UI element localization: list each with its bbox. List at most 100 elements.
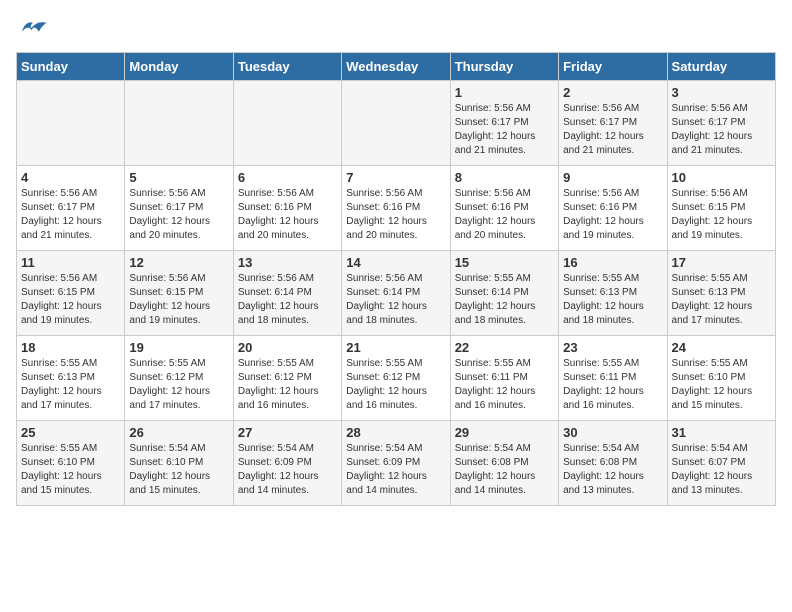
day-info: Sunrise: 5:54 AM Sunset: 6:10 PM Dayligh… bbox=[129, 442, 228, 498]
header-monday: Monday bbox=[125, 53, 233, 81]
calendar-cell: 12 Sunrise: 5:56 AM Sunset: 6:15 PM Dayli… bbox=[125, 251, 233, 336]
calendar-cell: 9 Sunrise: 5:56 AM Sunset: 6:16 PM Daylig… bbox=[559, 166, 667, 251]
calendar-cell: 10Sunrise: 5:56 AM Sunset: 6:15 PM Dayli… bbox=[667, 166, 775, 251]
day-info: Sunrise: 5:54 AM Sunset: 6:09 PM Dayligh… bbox=[346, 442, 445, 498]
day-info: Sunrise: 5:55 AM Sunset: 6:12 PM Dayligh… bbox=[238, 357, 337, 413]
header-friday: Friday bbox=[559, 53, 667, 81]
day-info: Sunrise: 5:55 AM Sunset: 6:13 PM Dayligh… bbox=[563, 272, 662, 328]
calendar-cell bbox=[342, 81, 450, 166]
day-info: Sunrise: 5:56 AM Sunset: 6:17 PM Dayligh… bbox=[21, 187, 120, 243]
day-info: Sunrise: 5:55 AM Sunset: 6:12 PM Dayligh… bbox=[129, 357, 228, 413]
day-number: 8 bbox=[455, 170, 554, 185]
calendar-cell: 21 Sunrise: 5:55 AM Sunset: 6:12 PM Dayli… bbox=[342, 336, 450, 421]
header-tuesday: Tuesday bbox=[233, 53, 341, 81]
day-number: 23 bbox=[563, 340, 662, 355]
day-number: 28 bbox=[346, 425, 445, 440]
calendar-cell: 29 Sunrise: 5:54 AM Sunset: 6:08 PM Dayli… bbox=[450, 421, 558, 506]
calendar-cell: 17 Sunrise: 5:55 AM Sunset: 6:13 PM Dayli… bbox=[667, 251, 775, 336]
calendar-cell: 27 Sunrise: 5:54 AM Sunset: 6:09 PM Dayli… bbox=[233, 421, 341, 506]
calendar-cell: 2 Sunrise: 5:56 AM Sunset: 6:17 PM Daylig… bbox=[559, 81, 667, 166]
calendar-cell: 3Sunrise: 5:56 AM Sunset: 6:17 PM Daylig… bbox=[667, 81, 775, 166]
day-number: 29 bbox=[455, 425, 554, 440]
day-info: Sunrise: 5:56 AM Sunset: 6:16 PM Dayligh… bbox=[238, 187, 337, 243]
day-number: 27 bbox=[238, 425, 337, 440]
day-info: Sunrise: 5:55 AM Sunset: 6:13 PM Dayligh… bbox=[21, 357, 120, 413]
day-info: Sunrise: 5:54 AM Sunset: 6:08 PM Dayligh… bbox=[455, 442, 554, 498]
calendar-cell: 6 Sunrise: 5:56 AM Sunset: 6:16 PM Daylig… bbox=[233, 166, 341, 251]
day-info: Sunrise: 5:54 AM Sunset: 6:09 PM Dayligh… bbox=[238, 442, 337, 498]
calendar-cell: 18 Sunrise: 5:55 AM Sunset: 6:13 PM Dayli… bbox=[17, 336, 125, 421]
day-info: Sunrise: 5:55 AM Sunset: 6:13 PM Dayligh… bbox=[672, 272, 771, 328]
day-number: 5 bbox=[129, 170, 228, 185]
calendar-cell: 8 Sunrise: 5:56 AM Sunset: 6:16 PM Daylig… bbox=[450, 166, 558, 251]
day-info: Sunrise: 5:55 AM Sunset: 6:10 PM Dayligh… bbox=[672, 357, 771, 413]
day-number: 12 bbox=[129, 255, 228, 270]
day-info: Sunrise: 5:55 AM Sunset: 6:14 PM Dayligh… bbox=[455, 272, 554, 328]
calendar-week-row: 18 Sunrise: 5:55 AM Sunset: 6:13 PM Dayli… bbox=[17, 336, 776, 421]
calendar-cell: 11 Sunrise: 5:56 AM Sunset: 6:15 PM Dayli… bbox=[17, 251, 125, 336]
day-info: Sunrise: 5:56 AM Sunset: 6:17 PM Dayligh… bbox=[455, 102, 554, 158]
day-number: 30 bbox=[563, 425, 662, 440]
day-info: Sunrise: 5:56 AM Sunset: 6:17 PM Dayligh… bbox=[563, 102, 662, 158]
calendar-cell bbox=[125, 81, 233, 166]
day-info: Sunrise: 5:56 AM Sunset: 6:15 PM Dayligh… bbox=[129, 272, 228, 328]
day-number: 22 bbox=[455, 340, 554, 355]
calendar-cell: 5 Sunrise: 5:56 AM Sunset: 6:17 PM Daylig… bbox=[125, 166, 233, 251]
calendar-cell: 19 Sunrise: 5:55 AM Sunset: 6:12 PM Dayli… bbox=[125, 336, 233, 421]
calendar-header-row: SundayMondayTuesdayWednesdayThursdayFrid… bbox=[17, 53, 776, 81]
calendar-cell: 24 Sunrise: 5:55 AM Sunset: 6:10 PM Dayli… bbox=[667, 336, 775, 421]
day-number: 25 bbox=[21, 425, 120, 440]
header-sunday: Sunday bbox=[17, 53, 125, 81]
day-info: Sunrise: 5:55 AM Sunset: 6:11 PM Dayligh… bbox=[563, 357, 662, 413]
day-number: 24 bbox=[672, 340, 771, 355]
day-number: 20 bbox=[238, 340, 337, 355]
day-number: 9 bbox=[563, 170, 662, 185]
day-number: 18 bbox=[21, 340, 120, 355]
day-number: 16 bbox=[563, 255, 662, 270]
day-number: 4 bbox=[21, 170, 120, 185]
calendar-week-row: 4 Sunrise: 5:56 AM Sunset: 6:17 PM Daylig… bbox=[17, 166, 776, 251]
day-info: Sunrise: 5:56 AM Sunset: 6:14 PM Dayligh… bbox=[238, 272, 337, 328]
logo bbox=[16, 16, 48, 40]
calendar-cell: 15 Sunrise: 5:55 AM Sunset: 6:14 PM Dayli… bbox=[450, 251, 558, 336]
day-info: Sunrise: 5:56 AM Sunset: 6:17 PM Dayligh… bbox=[672, 102, 771, 158]
day-number: 15 bbox=[455, 255, 554, 270]
calendar-cell: 26Sunrise: 5:54 AM Sunset: 6:10 PM Dayli… bbox=[125, 421, 233, 506]
day-info: Sunrise: 5:55 AM Sunset: 6:10 PM Dayligh… bbox=[21, 442, 120, 498]
day-info: Sunrise: 5:56 AM Sunset: 6:17 PM Dayligh… bbox=[129, 187, 228, 243]
calendar-cell bbox=[233, 81, 341, 166]
day-info: Sunrise: 5:54 AM Sunset: 6:07 PM Dayligh… bbox=[672, 442, 771, 498]
day-number: 2 bbox=[563, 85, 662, 100]
calendar-cell: 7 Sunrise: 5:56 AM Sunset: 6:16 PM Daylig… bbox=[342, 166, 450, 251]
day-number: 21 bbox=[346, 340, 445, 355]
page-header bbox=[16, 16, 776, 40]
day-number: 11 bbox=[21, 255, 120, 270]
day-info: Sunrise: 5:54 AM Sunset: 6:08 PM Dayligh… bbox=[563, 442, 662, 498]
day-number: 6 bbox=[238, 170, 337, 185]
day-number: 31 bbox=[672, 425, 771, 440]
calendar-cell bbox=[17, 81, 125, 166]
day-number: 7 bbox=[346, 170, 445, 185]
day-info: Sunrise: 5:55 AM Sunset: 6:11 PM Dayligh… bbox=[455, 357, 554, 413]
header-saturday: Saturday bbox=[667, 53, 775, 81]
calendar-week-row: 11 Sunrise: 5:56 AM Sunset: 6:15 PM Dayli… bbox=[17, 251, 776, 336]
day-info: Sunrise: 5:56 AM Sunset: 6:16 PM Dayligh… bbox=[563, 187, 662, 243]
day-number: 19 bbox=[129, 340, 228, 355]
calendar-cell: 25 Sunrise: 5:55 AM Sunset: 6:10 PM Dayli… bbox=[17, 421, 125, 506]
calendar-cell: 4 Sunrise: 5:56 AM Sunset: 6:17 PM Daylig… bbox=[17, 166, 125, 251]
day-info: Sunrise: 5:55 AM Sunset: 6:12 PM Dayligh… bbox=[346, 357, 445, 413]
calendar-cell: 13 Sunrise: 5:56 AM Sunset: 6:14 PM Dayli… bbox=[233, 251, 341, 336]
day-info: Sunrise: 5:56 AM Sunset: 6:16 PM Dayligh… bbox=[346, 187, 445, 243]
day-number: 13 bbox=[238, 255, 337, 270]
day-number: 17 bbox=[672, 255, 771, 270]
calendar-cell: 22 Sunrise: 5:55 AM Sunset: 6:11 PM Dayli… bbox=[450, 336, 558, 421]
calendar-cell: 14Sunrise: 5:56 AM Sunset: 6:14 PM Dayli… bbox=[342, 251, 450, 336]
calendar-cell: 23 Sunrise: 5:55 AM Sunset: 6:11 PM Dayli… bbox=[559, 336, 667, 421]
calendar-week-row: 25 Sunrise: 5:55 AM Sunset: 6:10 PM Dayli… bbox=[17, 421, 776, 506]
day-info: Sunrise: 5:56 AM Sunset: 6:16 PM Dayligh… bbox=[455, 187, 554, 243]
calendar-cell: 20 Sunrise: 5:55 AM Sunset: 6:12 PM Dayli… bbox=[233, 336, 341, 421]
day-number: 10 bbox=[672, 170, 771, 185]
day-info: Sunrise: 5:56 AM Sunset: 6:15 PM Dayligh… bbox=[21, 272, 120, 328]
day-number: 14 bbox=[346, 255, 445, 270]
calendar-week-row: 1Sunrise: 5:56 AM Sunset: 6:17 PM Daylig… bbox=[17, 81, 776, 166]
